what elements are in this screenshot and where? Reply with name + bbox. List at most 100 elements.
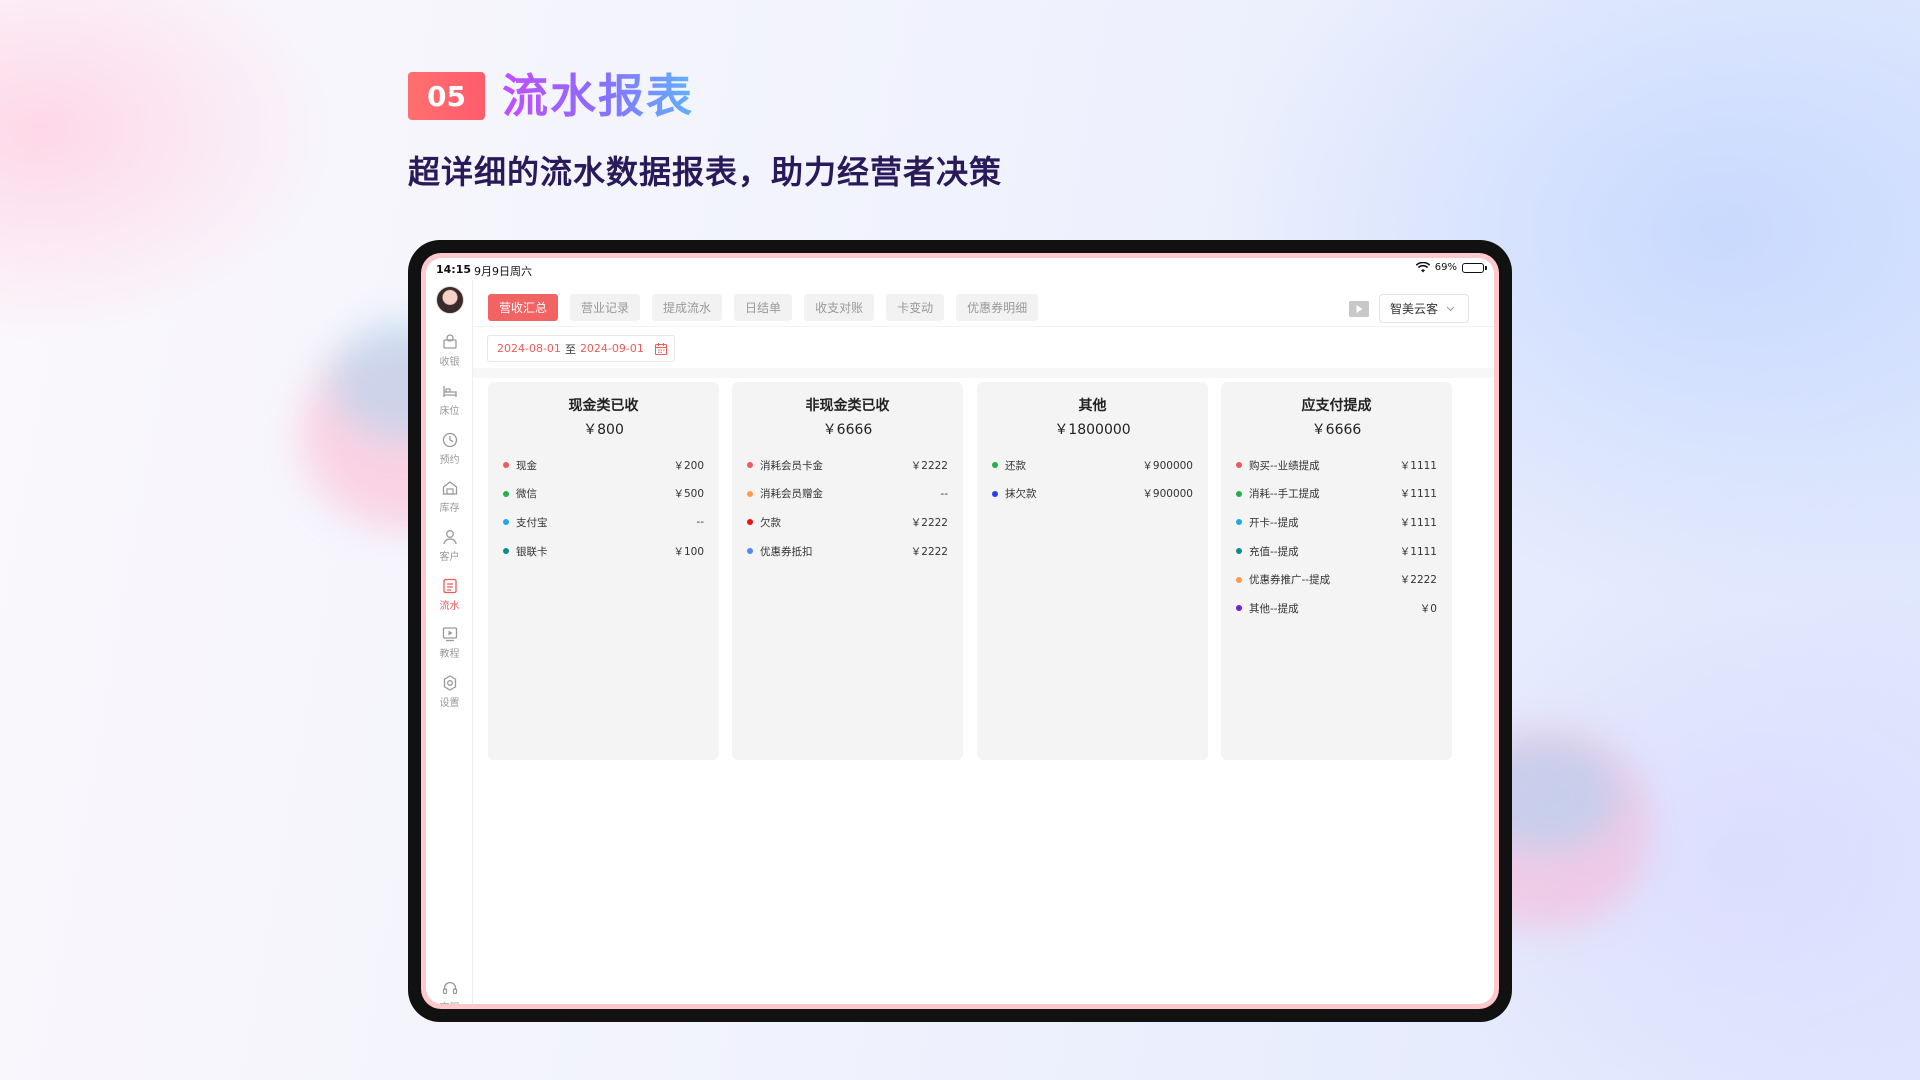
card-title: 现金类已收 <box>568 398 639 414</box>
item-amount: ￥200 <box>673 459 704 472</box>
clock-icon <box>442 432 457 447</box>
section-number-badge: 05 <box>408 72 485 120</box>
item-amount: ￥100 <box>673 545 704 558</box>
list-item: 充值--提成 ￥1111 <box>1236 537 1437 566</box>
sidebar-item-label: 流水 <box>439 600 460 612</box>
legend-dot <box>992 490 998 497</box>
item-amount: ￥1111 <box>1399 516 1437 529</box>
list-item: 支付宝 -- <box>503 508 704 537</box>
summary-card-non-cash: 非现金类已收 ￥6666 消耗会员卡金 ￥2222 消耗会员赠金 -- 欠款 ￥2222 优… <box>732 382 963 760</box>
tab-reconciliation[interactable]: 收支对账 <box>804 294 875 321</box>
sidebar-item-ledger[interactable]: 流水 <box>426 572 473 616</box>
bed-icon <box>442 385 457 397</box>
video-tutorial-icon[interactable] <box>1348 300 1370 318</box>
screen-border: 14:15 9月9日周六 69% 收银 床位 预约 库存 客户 流水 教程 设置… <box>421 253 1499 1009</box>
wifi-icon <box>1415 262 1430 273</box>
legend-dot <box>747 519 753 526</box>
store-select[interactable]: 智美云客 <box>1379 294 1469 323</box>
list-item: 其他--提成 ￥0 <box>1236 594 1437 623</box>
summary-card-commission: 应支付提成 ￥6666 购买--业绩提成 ￥1111 消耗--手工提成 ￥1111 开卡… <box>1221 382 1452 760</box>
sidebar-item-bed[interactable]: 床位 <box>426 377 473 421</box>
battery-icon <box>1462 262 1487 273</box>
card-total: ￥1800000 <box>1054 422 1131 438</box>
status-time: 14:15 <box>436 263 472 276</box>
list-item: 优惠券推广--提成 ￥2222 <box>1236 565 1437 594</box>
tablet-frame: 14:15 9月9日周六 69% 收银 床位 预约 库存 客户 流水 教程 设置… <box>408 240 1512 1022</box>
item-amount: ￥2222 <box>1399 574 1437 587</box>
item-label: 支付宝 <box>516 516 548 529</box>
item-amount: ￥900000 <box>1142 459 1193 472</box>
item-amount: ￥1111 <box>1399 545 1437 558</box>
card-title: 非现金类已收 <box>805 398 890 414</box>
calendar-icon <box>654 342 667 355</box>
legend-dot <box>1236 548 1242 555</box>
legend-dot <box>1236 576 1242 583</box>
sidebar-item-tutorial[interactable]: 教程 <box>426 620 473 664</box>
list-item: 微信 ￥500 <box>503 480 704 509</box>
item-label: 消耗会员赠金 <box>760 488 823 501</box>
card-total: ￥6666 <box>822 422 873 438</box>
tab-card-changes[interactable]: 卡变动 <box>886 294 945 321</box>
store-select-value: 智美云客 <box>1390 302 1439 316</box>
tab-revenue-summary[interactable]: 营收汇总 <box>488 294 559 321</box>
tab-business-records[interactable]: 营业记录 <box>570 294 641 321</box>
item-amount: ￥900000 <box>1142 488 1193 501</box>
card-total: ￥6666 <box>1311 422 1362 438</box>
card-title: 应支付提成 <box>1301 398 1372 414</box>
legend-dot <box>747 462 753 469</box>
item-label: 还款 <box>1005 459 1026 472</box>
item-label: 消耗会员卡金 <box>760 459 823 472</box>
sidebar: 收银 床位 预约 库存 客户 流水 教程 设置 <box>426 280 473 1004</box>
list-item: 还款 ￥900000 <box>992 451 1193 480</box>
sidebar-item-label: 预约 <box>439 454 460 466</box>
tab-bar: 营收汇总 营业记录 提成流水 日结单 收支对账 卡变动 优惠券明细 <box>488 294 1039 321</box>
list-item: 银联卡 ￥100 <box>503 537 704 566</box>
card-title: 其他 <box>1078 398 1107 414</box>
sidebar-item-booking[interactable]: 预约 <box>426 426 473 470</box>
item-label: 现金 <box>516 459 537 472</box>
video-icon <box>442 626 457 641</box>
avatar[interactable] <box>436 286 464 314</box>
sidebar-item-customer[interactable]: 客户 <box>426 523 473 567</box>
sidebar-item-settings[interactable]: 设置 <box>426 669 473 713</box>
card-item-list: 购买--业绩提成 ￥1111 消耗--手工提成 ￥1111 开卡--提成 ￥1111 充值-… <box>1236 451 1437 623</box>
item-label: 银联卡 <box>516 545 548 558</box>
sidebar-item-cashier[interactable]: 收银 <box>426 328 473 372</box>
legend-dot <box>503 519 509 526</box>
status-bar: 14:15 9月9日周六 69% <box>426 258 1494 280</box>
summary-card-other: 其他 ￥1800000 还款 ￥900000 抹欠款 ￥900000 <box>977 382 1208 760</box>
list-item: 欠款 ￥2222 <box>747 508 948 537</box>
legend-dot <box>1236 490 1242 497</box>
tab-daily-statement[interactable]: 日结单 <box>734 294 793 321</box>
tab-commission-flow[interactable]: 提成流水 <box>652 294 723 321</box>
sidebar-item-label: 客服 <box>440 999 460 1005</box>
page-subtitle: 超详细的流水数据报表，助力经营者决策 <box>408 153 1003 191</box>
app-screen: 14:15 9月9日周六 69% 收银 床位 预约 库存 客户 流水 教程 设置… <box>426 258 1494 1004</box>
summary-card-cash: 现金类已收 ￥800 现金 ￥200 微信 ￥500 支付宝 -- 银联卡 ￥100 <box>488 382 719 760</box>
page-title: 流水报表 <box>502 66 694 126</box>
legend-dot <box>503 548 509 555</box>
chevron-down-icon <box>1446 306 1455 312</box>
item-label: 开卡--提成 <box>1249 516 1299 529</box>
sidebar-item-service[interactable]: 客服 <box>426 974 473 1004</box>
legend-dot <box>1236 605 1242 612</box>
item-label: 优惠券推广--提成 <box>1249 574 1331 587</box>
gear-icon <box>443 674 456 691</box>
card-item-list: 还款 ￥900000 抹欠款 ￥900000 <box>992 451 1193 508</box>
date-range-picker[interactable]: 2024-08-01 至 2024-09-01 <box>487 335 675 362</box>
tab-coupon-details[interactable]: 优惠券明细 <box>956 294 1039 321</box>
legend-dot <box>503 490 509 497</box>
warehouse-icon <box>442 480 457 495</box>
sidebar-item-label: 教程 <box>439 648 460 660</box>
card-item-list: 消耗会员卡金 ￥2222 消耗会员赠金 -- 欠款 ￥2222 优惠券抵扣 ￥2222 <box>747 451 948 565</box>
sidebar-item-label: 客户 <box>439 551 460 563</box>
list-item: 优惠券抵扣 ￥2222 <box>747 537 948 566</box>
legend-dot <box>1236 462 1242 469</box>
headset-icon <box>442 981 457 994</box>
item-label: 优惠券抵扣 <box>760 545 813 558</box>
item-amount: ￥500 <box>673 488 704 501</box>
sidebar-item-inventory[interactable]: 库存 <box>426 474 473 518</box>
item-label: 消耗--手工提成 <box>1249 488 1320 501</box>
date-end: 2024-09-01 <box>579 342 644 355</box>
item-label: 欠款 <box>760 516 781 529</box>
